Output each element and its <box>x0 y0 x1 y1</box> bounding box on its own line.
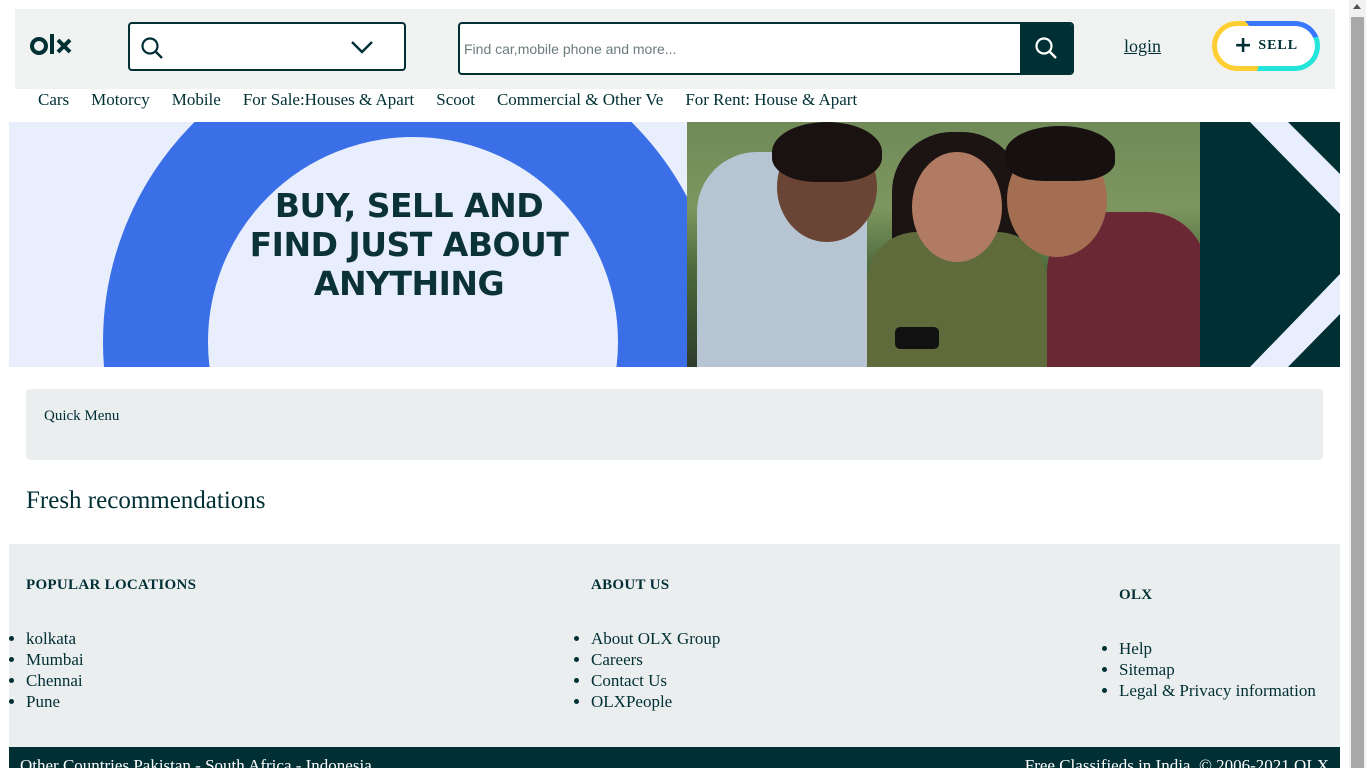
category-houses-for-rent[interactable]: For Rent: House & Apart <box>685 90 857 112</box>
category-houses-for-sale[interactable]: For Sale:Houses & Apart <box>243 90 414 112</box>
footer-bottom-bar: Other Countries Pakistan - South Africa … <box>9 747 1340 768</box>
plus-icon: + <box>1233 33 1253 58</box>
footer-link-olxpeople[interactable]: OLXPeople <box>591 691 720 712</box>
vertical-scrollbar[interactable] <box>1349 0 1366 768</box>
fresh-recommendations-heading: Fresh recommendations <box>26 487 266 514</box>
scroll-up-arrow-icon[interactable] <box>1353 4 1361 9</box>
banner-headline-line2: FIND JUST ABOUT <box>249 225 569 264</box>
banner-photo <box>687 122 1200 367</box>
footer-link-pune[interactable]: Pune <box>26 691 84 712</box>
top-header: login + SELL <box>15 9 1335 89</box>
footer-link-help[interactable]: Help <box>1119 638 1316 659</box>
search-icon <box>1035 37 1057 59</box>
footer-olx-list: Help Sitemap Legal & Privacy information <box>1102 638 1316 701</box>
footer-link-mumbai[interactable]: Mumbai <box>26 649 84 670</box>
footer-link-kolkata[interactable]: kolkata <box>26 628 84 649</box>
sell-button-label: SELL <box>1258 38 1299 53</box>
footer-link-about-olx-group[interactable]: About OLX Group <box>591 628 720 649</box>
phone-shape <box>895 327 939 349</box>
search-bar <box>458 22 1074 75</box>
other-countries-text[interactable]: Other Countries Pakistan - South Africa … <box>20 756 372 768</box>
arrow-chevron-icon <box>1250 122 1340 367</box>
footer-link-chennai[interactable]: Chennai <box>26 670 84 691</box>
category-scooters[interactable]: Scoot <box>436 90 475 112</box>
person-middle-head <box>912 152 1002 262</box>
copyright-text: Free Classifieds in India. © 2006-2021 O… <box>1024 756 1329 768</box>
olx-logo-icon <box>30 34 72 55</box>
category-cars[interactable]: Cars <box>38 90 69 112</box>
sell-button-inner: + SELL <box>1217 26 1315 66</box>
hero-banner[interactable]: BUY, SELL AND FIND JUST ABOUT ANYTHING <box>9 122 1340 367</box>
person-left-hair <box>772 122 882 182</box>
search-icon <box>141 37 163 59</box>
banner-arrow-panel <box>1200 122 1340 367</box>
footer-about-us-title: ABOUT US <box>591 577 670 593</box>
banner-headline: BUY, SELL AND FIND JUST ABOUT ANYTHING <box>239 186 579 303</box>
footer-about-us-list: About OLX Group Careers Contact Us OLXPe… <box>574 628 720 712</box>
quick-menu: Quick Menu <box>26 389 1323 460</box>
sell-button[interactable]: + SELL <box>1212 21 1320 71</box>
footer-link-sitemap[interactable]: Sitemap <box>1119 659 1316 680</box>
category-motorcycles[interactable]: Motorcy <box>91 90 150 112</box>
category-commercial-vehicles[interactable]: Commercial & Other Ve <box>497 90 663 112</box>
search-input[interactable] <box>460 24 1028 73</box>
footer-popular-locations-title: POPULAR LOCATIONS <box>26 577 197 593</box>
location-selector[interactable] <box>128 22 406 71</box>
footer-link-legal-privacy[interactable]: Legal & Privacy information <box>1119 680 1316 701</box>
login-link[interactable]: login <box>1124 36 1161 57</box>
person-right-hair <box>1005 126 1115 181</box>
footer-olx-title: OLX <box>1119 587 1153 603</box>
footer-link-contact-us[interactable]: Contact Us <box>591 670 720 691</box>
banner-graphic: BUY, SELL AND FIND JUST ABOUT ANYTHING <box>9 122 687 367</box>
banner-headline-line1: BUY, SELL AND <box>274 186 544 225</box>
banner-headline-line3: ANYTHING <box>313 264 505 303</box>
quick-menu-label: Quick Menu <box>44 408 120 424</box>
scrollbar-thumb[interactable] <box>1351 17 1364 768</box>
footer-popular-locations-list: kolkata Mumbai Chennai Pune <box>9 628 84 712</box>
category-nav: Cars Motorcy Mobile For Sale:Houses & Ap… <box>38 90 879 112</box>
olx-logo[interactable] <box>30 31 80 63</box>
search-button[interactable] <box>1020 24 1072 73</box>
chevron-down-icon[interactable] <box>350 39 374 55</box>
footer: POPULAR LOCATIONS kolkata Mumbai Chennai… <box>9 544 1340 747</box>
category-mobile[interactable]: Mobile <box>172 90 221 112</box>
footer-link-careers[interactable]: Careers <box>591 649 720 670</box>
